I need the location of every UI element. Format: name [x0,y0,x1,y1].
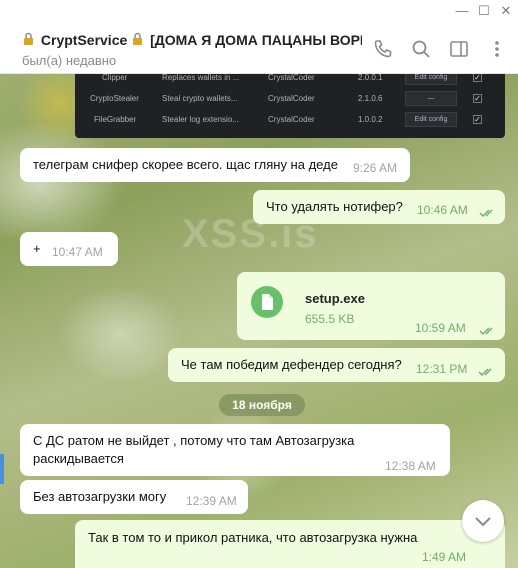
lock-icon [22,32,35,48]
edit-config-button: Edit config [405,112,457,127]
chat-history[interactable]: XSS.is Clipper Replaces wallets in ... C… [0,74,518,568]
chat-title-name: CryptService [40,32,128,48]
message-time: 12:39 AM [186,494,237,508]
maximize-icon[interactable]: ☐ [476,3,492,19]
message-time: 12:31 PM [416,362,468,376]
chat-title-rest: [ДОМА Я ДОМА ПАЦАНЫ ВОРК... [150,32,362,48]
table-row: Clipper Replaces wallets in ... CrystalC… [75,74,505,88]
message-outgoing[interactable]: Че там победим дефендер сегодня? 12:31 P… [168,348,505,382]
date-separator: 18 ноября [219,394,305,416]
message-text-line1: С ДС ратом не выйдет , потому что там Ав… [33,433,355,448]
message-outgoing[interactable]: Так в том то и прикол ратника, что автоз… [75,520,505,568]
chat-title[interactable]: CryptService [ДОМА Я ДОМА ПАЦАНЫ ВОРК... [22,32,362,48]
plugin-version: 2.0.0.1 [358,74,383,82]
message-file[interactable]: setup.exe 655.5 KB 10:59 AM [237,272,505,340]
plugin-name: CryptoStealer [90,94,139,103]
file-name[interactable]: setup.exe [305,290,365,308]
selection-marker [0,454,4,484]
message-outgoing[interactable]: Что удалять нотифер? 10:46 AM [253,190,505,224]
chat-status: был(а) недавно [22,53,117,68]
plugin-description: Stealer log extensio... [162,115,239,124]
embedded-screenshot[interactable]: Clipper Replaces wallets in ... CrystalC… [75,74,505,138]
minimize-icon[interactable]: — [454,3,470,19]
lock-icon [131,32,144,48]
plugin-version: 1.0.0.2 [358,115,383,124]
message-text: Что удалять нотифер? [266,199,403,214]
message-text: Без автозагрузки могу [33,489,167,504]
plugin-version: 2.1.0.6 [358,94,383,103]
message-incoming[interactable]: Без автозагрузки могу 12:39 AM [20,480,248,514]
plugin-description: Replaces wallets in ... [162,74,240,82]
table-row: CryptoStealer Steal crypto wallets... Cr… [75,89,505,109]
table-row: FileGrabber Stealer log extensio... Crys… [75,110,505,130]
message-time: 1:49 AM [422,550,467,564]
checkbox-icon: ✓ [473,115,482,124]
message-time: 9:26 AM [353,161,398,175]
file-icon[interactable] [251,286,283,318]
chevron-down-icon [475,517,491,527]
sidebar-toggle-icon[interactable] [448,38,470,60]
message-text: телеграм снифер скорее всего. щас гляну … [33,157,338,172]
search-icon[interactable] [410,38,432,60]
message-time: 10:59 AM [415,321,466,335]
chat-header[interactable]: CryptService [ДОМА Я ДОМА ПАЦАНЫ ВОРК...… [0,22,518,74]
more-vertical-icon[interactable] [486,38,508,60]
plugin-author: CrystalCoder [268,115,315,124]
file-size: 655.5 KB [305,312,355,326]
double-check-icon [478,364,496,377]
message-text: Так в том то и прикол ратника, что автоз… [88,530,418,545]
plugin-name: Clipper [102,74,128,82]
plugin-description: Steal crypto wallets... [162,94,238,103]
message-time: 10:47 AM [52,245,103,259]
message-text-line2: раскидывается [33,451,124,466]
close-icon[interactable]: ✕ [498,3,514,19]
checkbox-icon: ✓ [473,74,482,82]
phone-icon[interactable] [372,38,394,60]
edit-config-button: Edit config [405,74,457,85]
message-incoming[interactable]: + 10:47 AM [20,232,118,266]
message-time: 12:38 AM [385,459,436,473]
window-titlebar: — ☐ ✕ [0,0,518,22]
message-incoming[interactable]: С ДС ратом не выйдет , потому что там Ав… [20,424,450,476]
plugin-author: CrystalCoder [268,94,315,103]
message-incoming[interactable]: телеграм снифер скорее всего. щас гляну … [20,148,410,182]
message-text: + [33,241,41,256]
double-check-icon [479,323,497,336]
double-check-icon [479,205,497,218]
message-text: Че там победим дефендер сегодня? [181,357,402,372]
plugin-author: CrystalCoder [268,74,315,82]
message-time: 10:46 AM [417,203,468,217]
checkbox-icon: ✓ [473,94,482,103]
edit-config-button: — [405,91,457,106]
plugin-name: FileGrabber [94,115,137,124]
scroll-to-bottom-button[interactable] [462,500,504,542]
